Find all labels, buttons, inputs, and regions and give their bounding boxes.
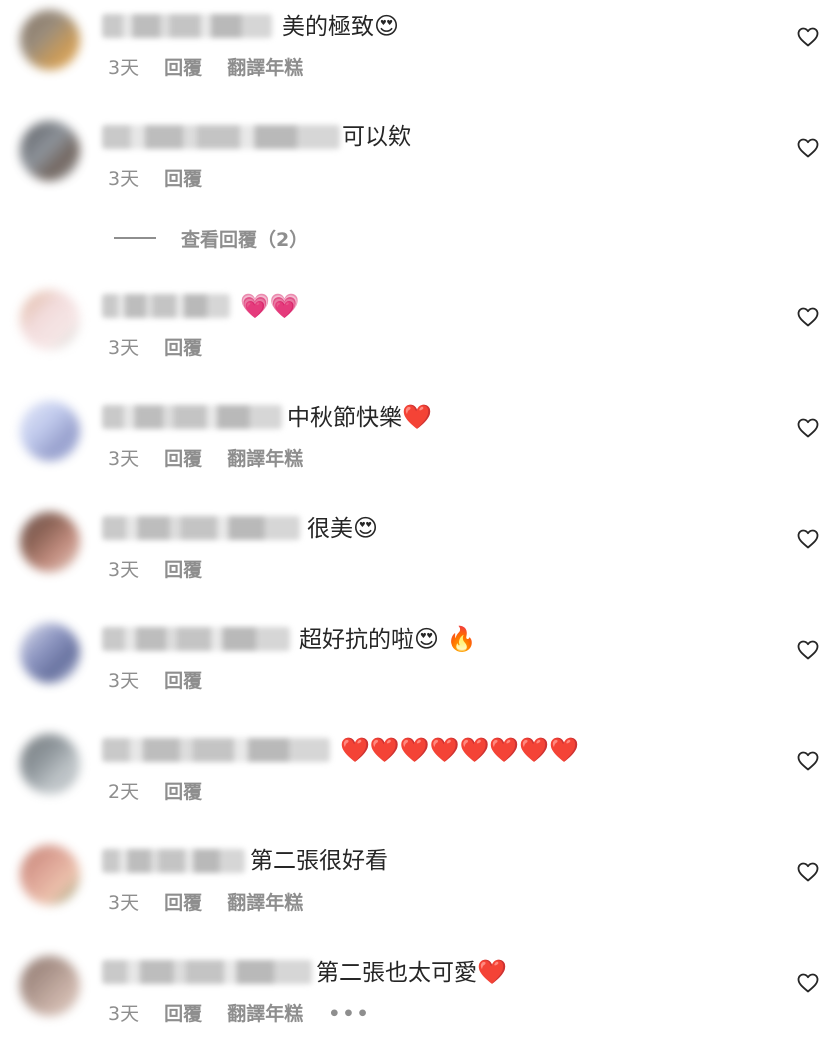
avatar[interactable] (20, 401, 80, 461)
comment-text: 第二張也太可愛❤️ (316, 957, 507, 988)
comment-text: 很美😍 (307, 513, 378, 544)
avatar[interactable] (20, 121, 80, 181)
comment-time: 3天 (108, 892, 140, 914)
heart-outline-icon[interactable] (796, 749, 820, 773)
reply-button[interactable]: 回覆 (164, 670, 202, 692)
avatar[interactable] (20, 623, 80, 683)
comment-meta: 3天 回覆 翻譯年糕 (108, 56, 322, 80)
comment-time: 3天 (108, 337, 140, 359)
comment-emoji: ❤️ (477, 958, 507, 986)
comment-meta: 3天 回覆 翻譯年糕 (108, 891, 322, 915)
reply-button[interactable]: 回覆 (164, 781, 202, 803)
comment-meta: 3天 回覆 翻譯年糕 ••• (108, 1002, 390, 1026)
reply-button[interactable]: 回覆 (164, 448, 202, 470)
avatar[interactable] (20, 734, 80, 794)
comment-time: 3天 (108, 448, 140, 470)
heart-outline-icon[interactable] (796, 638, 820, 662)
comment-item: 美的極致😍 3天 回覆 翻譯年糕 (0, 0, 840, 100)
avatar[interactable] (20, 956, 80, 1016)
reply-button[interactable]: 回覆 (164, 892, 202, 914)
comment-emoji: 😍 🔥 (414, 625, 477, 653)
comment-emoji: 😍 (374, 12, 400, 40)
comment-item: 超好抗的啦😍 🔥 3天 回覆 (0, 613, 840, 713)
heart-outline-icon[interactable] (796, 971, 820, 995)
reply-button[interactable]: 回覆 (164, 337, 202, 359)
reply-button[interactable]: 回覆 (164, 57, 202, 79)
view-replies-button[interactable]: 查看回覆（2） (114, 224, 308, 252)
comment-meta: 3天 回覆 翻譯年糕 (108, 447, 322, 471)
comment-text: ❤️❤️❤️❤️❤️❤️❤️❤️ (340, 735, 579, 766)
comment-item: 第二張也太可愛❤️ 3天 回覆 翻譯年糕 ••• (0, 946, 840, 1046)
username-blurred[interactable] (102, 14, 272, 38)
username-blurred[interactable] (102, 849, 245, 873)
heart-outline-icon[interactable] (796, 416, 820, 440)
comment-emoji: ❤️❤️❤️❤️❤️❤️❤️❤️ (340, 736, 580, 764)
reply-button[interactable]: 回覆 (164, 1003, 202, 1025)
heart-outline-icon[interactable] (796, 25, 820, 49)
username-blurred[interactable] (102, 405, 282, 429)
username-blurred[interactable] (102, 627, 290, 651)
comment-text: 美的極致😍 (282, 11, 399, 42)
comment-time: 2天 (108, 781, 140, 803)
heart-outline-icon[interactable] (796, 527, 820, 551)
avatar[interactable] (20, 10, 80, 70)
translate-button[interactable]: 翻譯年糕 (227, 57, 303, 79)
translate-button[interactable]: 翻譯年糕 (227, 892, 303, 914)
comment-time: 3天 (108, 1003, 140, 1025)
comment-emoji: 💗💗 (240, 292, 300, 320)
comment-body: 超好抗的啦 (299, 627, 414, 653)
comment-item: 💗💗 3天 回覆 (0, 280, 840, 380)
username-blurred[interactable] (102, 516, 300, 540)
comment-item: ❤️❤️❤️❤️❤️❤️❤️❤️ 2天 回覆 (0, 724, 840, 824)
avatar[interactable] (20, 845, 80, 905)
reply-button[interactable]: 回覆 (164, 559, 202, 581)
comment-body: 中秋節快樂 (287, 405, 402, 431)
comment-item: 中秋節快樂❤️ 3天 回覆 翻譯年糕 (0, 391, 840, 491)
translate-button[interactable]: 翻譯年糕 (227, 1003, 303, 1025)
translate-button[interactable]: 翻譯年糕 (227, 448, 303, 470)
view-replies-label: 查看回覆（2） (181, 228, 309, 251)
heart-outline-icon[interactable] (796, 305, 820, 329)
avatar[interactable] (20, 290, 80, 350)
comment-emoji: 😍 (353, 514, 379, 542)
username-blurred[interactable] (102, 960, 312, 984)
username-blurred[interactable] (102, 125, 340, 149)
comment-body: 第二張很好看 (250, 848, 388, 874)
comment-body: 可以欸 (342, 124, 411, 150)
comment-time: 3天 (108, 559, 140, 581)
comment-item: 很美😍 3天 回覆 (0, 502, 840, 602)
comment-text: 中秋節快樂❤️ (287, 402, 432, 433)
comment-meta: 3天 回覆 (108, 167, 221, 191)
comment-text: 可以欸 (342, 122, 411, 152)
view-replies-line (114, 237, 156, 239)
comment-item: 第二張很好看 3天 回覆 翻譯年糕 (0, 835, 840, 935)
comment-time: 3天 (108, 57, 140, 79)
comment-emoji: ❤️ (402, 403, 432, 431)
comment-time: 3天 (108, 670, 140, 692)
comment-time: 3天 (108, 168, 140, 190)
heart-outline-icon[interactable] (796, 136, 820, 160)
comment-body: 第二張也太可愛 (316, 960, 477, 986)
username-blurred[interactable] (102, 738, 330, 762)
comment-text: 第二張很好看 (250, 846, 388, 876)
comment-meta: 2天 回覆 (108, 780, 221, 804)
heart-outline-icon[interactable] (796, 860, 820, 884)
comment-text: 超好抗的啦😍 🔥 (299, 624, 477, 655)
comment-meta: 3天 回覆 (108, 558, 221, 582)
comment-text: 💗💗 (240, 291, 300, 322)
avatar[interactable] (20, 512, 80, 572)
more-dots-icon[interactable]: ••• (328, 1003, 370, 1025)
comment-body: 美的極致 (282, 14, 374, 40)
reply-button[interactable]: 回覆 (164, 168, 202, 190)
comment-body: 很美 (307, 516, 353, 542)
comment-meta: 3天 回覆 (108, 336, 221, 360)
username-blurred[interactable] (102, 294, 230, 318)
comment-meta: 3天 回覆 (108, 669, 221, 693)
comment-item: 可以欸 3天 回覆 (0, 111, 840, 211)
